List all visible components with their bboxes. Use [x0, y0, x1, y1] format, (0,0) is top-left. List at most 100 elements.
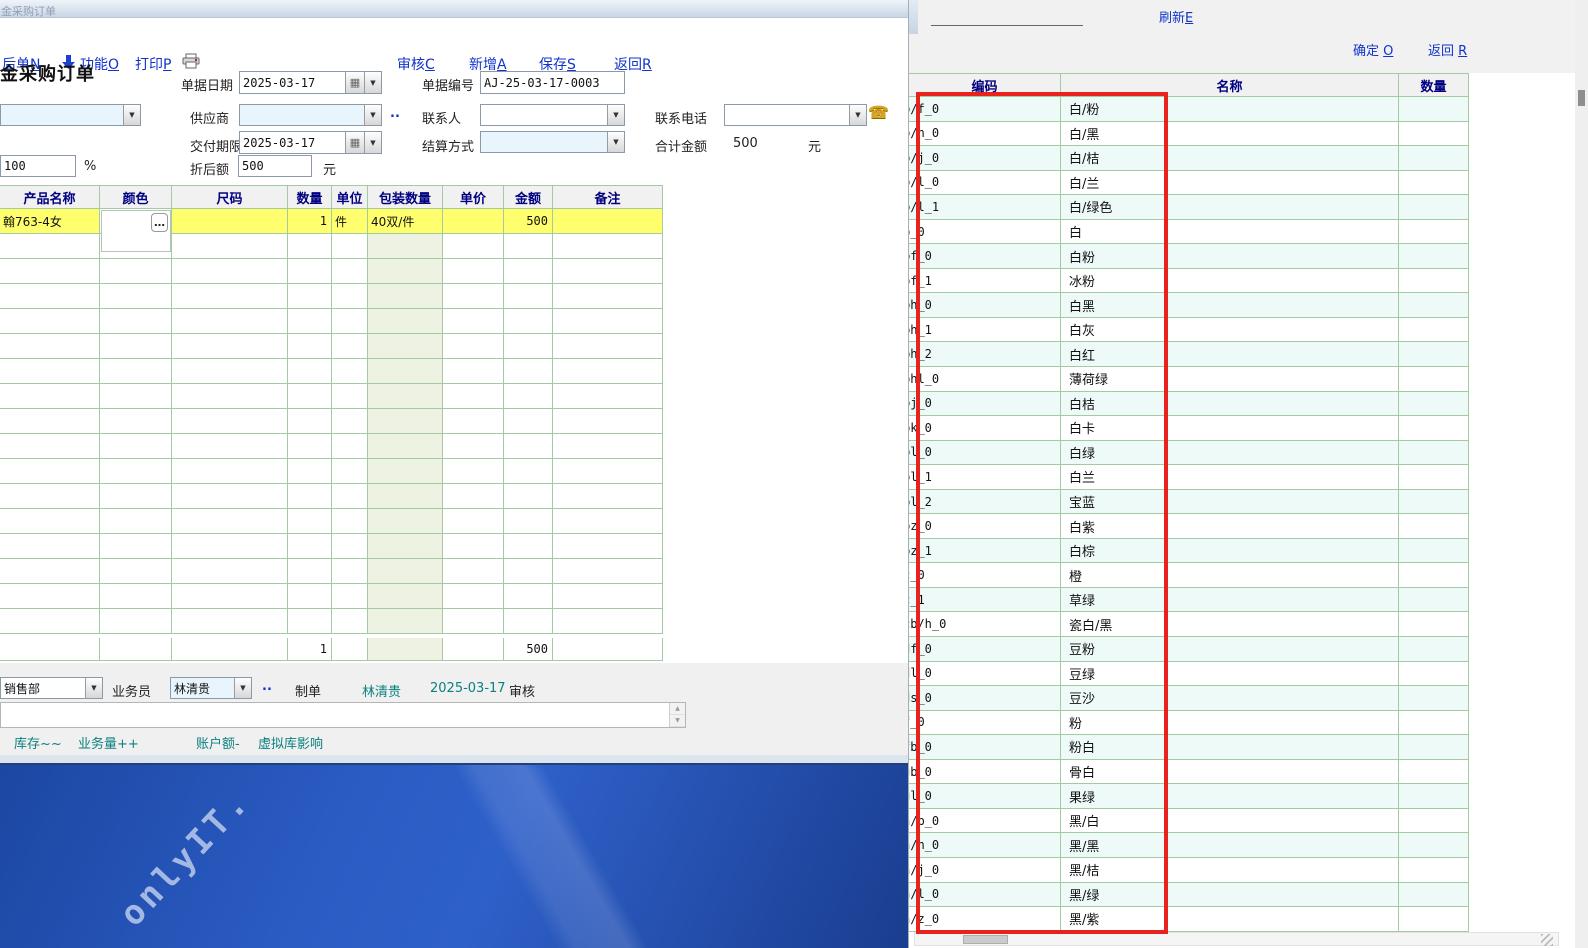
- color-qty-cell[interactable]: [1399, 563, 1469, 588]
- color-row[interactable]: bk_0白卡: [909, 416, 1469, 441]
- phone-dropdown-button[interactable]: ▼: [849, 105, 866, 125]
- color-row[interactable]: df_0豆粉: [909, 637, 1469, 662]
- color-qty-cell[interactable]: [1399, 662, 1469, 687]
- color-qty-cell[interactable]: [1399, 392, 1469, 417]
- color-row[interactable]: cb/h_0瓷白/黑: [909, 612, 1469, 637]
- product-empty-row[interactable]: [0, 309, 663, 334]
- color-qty-cell[interactable]: [1399, 907, 1469, 932]
- color-qty-cell[interactable]: [1399, 146, 1469, 171]
- confirm-button[interactable]: 确定 O: [1353, 40, 1393, 59]
- color-row[interactable]: f_0粉: [909, 711, 1469, 736]
- product-empty-row[interactable]: [0, 534, 663, 559]
- audit-button[interactable]: 审核C: [397, 54, 435, 74]
- product-empty-row[interactable]: [0, 259, 663, 284]
- color-row[interactable]: bf_1冰粉: [909, 269, 1469, 294]
- cell-price[interactable]: [443, 209, 504, 234]
- color-row[interactable]: bh_2白红: [909, 342, 1469, 367]
- doc-no-field[interactable]: [480, 71, 625, 94]
- color-qty-cell[interactable]: [1399, 465, 1469, 490]
- settlement-dropdown-button[interactable]: ▼: [607, 132, 624, 152]
- product-empty-row[interactable]: [0, 609, 663, 634]
- color-row[interactable]: dl_0豆绿: [909, 662, 1469, 687]
- remark-bar[interactable]: ▲ ▼: [0, 702, 686, 728]
- color-row[interactable]: bj_0白桔: [909, 392, 1469, 417]
- link-account-amount[interactable]: 账户额-: [196, 733, 240, 752]
- color-row[interactable]: h/l_0黑/绿: [909, 883, 1469, 908]
- color-row[interactable]: gl_0果绿: [909, 784, 1469, 809]
- settlement-input[interactable]: [481, 132, 607, 152]
- resize-grip-icon[interactable]: [1541, 934, 1553, 946]
- color-row[interactable]: b/l_1白/绿色: [909, 195, 1469, 220]
- product-row-selected[interactable]: 翰763-4女 1 件 40双/件 500: [0, 209, 663, 234]
- color-row[interactable]: h/h_0黑/黑: [909, 833, 1469, 858]
- remark-spinner[interactable]: ▲ ▼: [669, 703, 685, 727]
- color-qty-cell[interactable]: [1399, 416, 1469, 441]
- salesman-dropdown-button[interactable]: ▼: [234, 678, 251, 698]
- refresh-button[interactable]: 刷新E: [1159, 7, 1193, 26]
- product-empty-row[interactable]: [0, 434, 663, 459]
- color-row[interactable]: bl_0白绿: [909, 441, 1469, 466]
- product-empty-row[interactable]: [0, 334, 663, 359]
- color-qty-cell[interactable]: [1399, 760, 1469, 785]
- link-business-volume[interactable]: 业务量++: [78, 733, 139, 752]
- color-qty-cell[interactable]: [1399, 637, 1469, 662]
- color-row[interactable]: bh_1白灰: [909, 318, 1469, 343]
- department-combo[interactable]: ▼: [0, 677, 103, 699]
- color-qty-cell[interactable]: [1399, 220, 1469, 245]
- color-qty-cell[interactable]: [1399, 367, 1469, 392]
- after-discount-input[interactable]: [239, 156, 311, 176]
- supplier-combo[interactable]: ▼: [239, 104, 382, 126]
- color-row[interactable]: h/b_0黑/白: [909, 809, 1469, 834]
- product-empty-row[interactable]: [0, 384, 663, 409]
- popup-return-button[interactable]: 返回 R: [1428, 40, 1467, 59]
- vscroll-thumb[interactable]: [1578, 90, 1585, 106]
- printer-icon[interactable]: [182, 53, 200, 69]
- color-row[interactable]: bl_1白兰: [909, 465, 1469, 490]
- color-qty-cell[interactable]: [1399, 342, 1469, 367]
- doc-no-input[interactable]: [481, 72, 624, 93]
- color-row[interactable]: b/h_0白/黑: [909, 122, 1469, 147]
- color-row[interactable]: fb_0粉白: [909, 735, 1469, 760]
- color-editor-cell[interactable]: …: [101, 210, 171, 252]
- popup-search-input[interactable]: [931, 10, 1083, 26]
- supplier-dropdown-button[interactable]: ▼: [364, 105, 381, 125]
- color-qty-cell[interactable]: [1399, 293, 1469, 318]
- color-row[interactable]: b/j_0白/桔: [909, 146, 1469, 171]
- link-virtual-stock[interactable]: 虚拟库影响: [258, 733, 323, 752]
- color-row[interactable]: ds_0豆沙: [909, 686, 1469, 711]
- color-qty-cell[interactable]: [1399, 686, 1469, 711]
- contact-combo[interactable]: ▼: [480, 104, 625, 126]
- salesman-browse-dots[interactable]: ..: [262, 679, 272, 694]
- color-qty-cell[interactable]: [1399, 711, 1469, 736]
- spinner-up-icon[interactable]: ▲: [670, 703, 685, 715]
- cell-qty[interactable]: 1: [288, 209, 332, 234]
- phone-input[interactable]: [725, 105, 849, 125]
- color-row[interactable]: c_1草绿: [909, 588, 1469, 613]
- color-qty-cell[interactable]: [1399, 858, 1469, 883]
- color-qty-cell[interactable]: [1399, 244, 1469, 269]
- supplier-input[interactable]: [240, 105, 364, 125]
- color-qty-cell[interactable]: [1399, 122, 1469, 147]
- salesman-input[interactable]: [171, 678, 234, 698]
- deliver-date-field[interactable]: ▦ ▼: [239, 131, 382, 154]
- color-qty-cell[interactable]: [1399, 195, 1469, 220]
- product-empty-row[interactable]: [0, 484, 663, 509]
- link-inventory[interactable]: 库存~~: [14, 733, 62, 752]
- hscroll-thumb[interactable]: [963, 935, 1008, 944]
- doc-date-dropdown-button[interactable]: ▼: [364, 72, 381, 93]
- color-qty-cell[interactable]: [1399, 490, 1469, 515]
- color-row[interactable]: bf_0白粉: [909, 244, 1469, 269]
- product-empty-row[interactable]: [0, 359, 663, 384]
- color-qty-cell[interactable]: [1399, 171, 1469, 196]
- product-empty-row[interactable]: [0, 234, 663, 259]
- color-qty-cell[interactable]: [1399, 318, 1469, 343]
- color-qty-cell[interactable]: [1399, 833, 1469, 858]
- color-row[interactable]: h/z_0黑/紫: [909, 907, 1469, 932]
- color-row[interactable]: bh_0白黑: [909, 293, 1469, 318]
- color-row[interactable]: c_0橙: [909, 563, 1469, 588]
- color-row[interactable]: h/j_0黑/桔: [909, 858, 1469, 883]
- contact-input[interactable]: [481, 105, 607, 125]
- department-input[interactable]: [1, 678, 85, 698]
- left-cut-dropdown-button[interactable]: ▼: [123, 105, 140, 125]
- product-empty-row[interactable]: [0, 584, 663, 609]
